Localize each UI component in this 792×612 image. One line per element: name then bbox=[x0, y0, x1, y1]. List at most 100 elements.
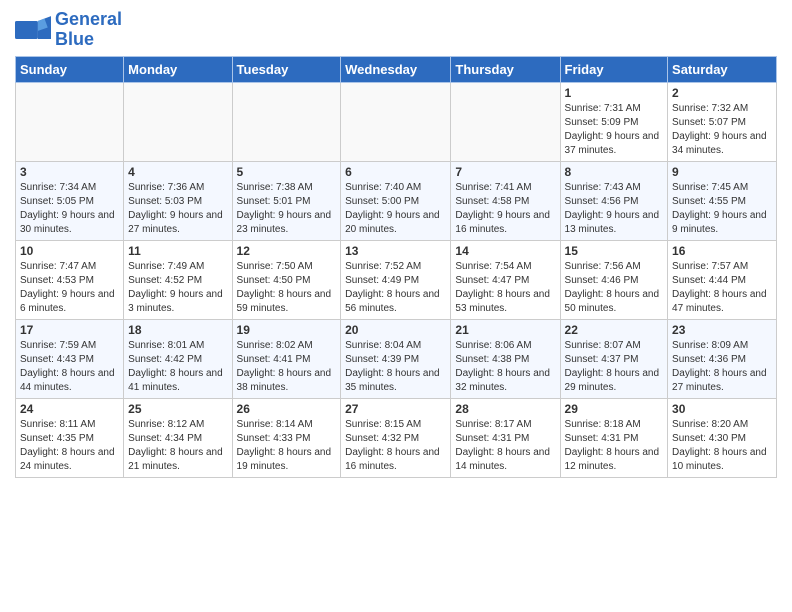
calendar-cell: 6 Sunrise: 7:40 AM Sunset: 5:00 PM Daylig… bbox=[341, 161, 451, 240]
calendar-week-4: 17 Sunrise: 7:59 AM Sunset: 4:43 PM Dayli… bbox=[16, 319, 777, 398]
calendar-cell: 16Sunrise: 7:57 AM Sunset: 4:44 PM Dayli… bbox=[668, 240, 777, 319]
day-info: Sunrise: 8:18 AM Sunset: 4:31 PM Dayligh… bbox=[565, 418, 664, 474]
day-number: 6 bbox=[345, 165, 446, 179]
day-number: 17 bbox=[20, 323, 119, 337]
day-number: 22 bbox=[565, 323, 664, 337]
day-number: 27 bbox=[345, 402, 446, 416]
day-number: 7 bbox=[455, 165, 555, 179]
day-number: 3 bbox=[20, 165, 119, 179]
calendar-cell: 13 Sunrise: 7:52 AM Sunset: 4:49 PM Dayli… bbox=[341, 240, 451, 319]
day-info: Sunrise: 7:45 AM Sunset: 4:55 PM Dayligh… bbox=[672, 181, 772, 237]
calendar-cell bbox=[124, 82, 232, 161]
calendar-cell: 25 Sunrise: 8:12 AM Sunset: 4:34 PM Dayli… bbox=[124, 398, 232, 477]
day-info: Sunrise: 7:43 AM Sunset: 4:56 PM Dayligh… bbox=[565, 181, 664, 237]
calendar-cell bbox=[341, 82, 451, 161]
calendar-cell: 12Sunrise: 7:50 AM Sunset: 4:50 PM Dayli… bbox=[232, 240, 341, 319]
day-info: Sunrise: 7:56 AM Sunset: 4:46 PM Dayligh… bbox=[565, 260, 664, 316]
day-info: Sunrise: 7:41 AM Sunset: 4:58 PM Dayligh… bbox=[455, 181, 555, 237]
calendar-cell: 28 Sunrise: 8:17 AM Sunset: 4:31 PM Dayli… bbox=[451, 398, 560, 477]
page-container: General Blue SundayMondayTuesdayWednesda… bbox=[0, 0, 792, 488]
day-number: 8 bbox=[565, 165, 664, 179]
day-info: Sunrise: 7:32 AM Sunset: 5:07 PM Dayligh… bbox=[672, 102, 772, 158]
calendar-week-3: 10 Sunrise: 7:47 AM Sunset: 4:53 PM Dayli… bbox=[16, 240, 777, 319]
calendar-cell: 5 Sunrise: 7:38 AM Sunset: 5:01 PM Daylig… bbox=[232, 161, 341, 240]
day-info: Sunrise: 8:14 AM Sunset: 4:33 PM Dayligh… bbox=[237, 418, 337, 474]
calendar-cell: 29 Sunrise: 8:18 AM Sunset: 4:31 PM Dayli… bbox=[560, 398, 668, 477]
calendar-cell: 26 Sunrise: 8:14 AM Sunset: 4:33 PM Dayli… bbox=[232, 398, 341, 477]
logo-text-general: General bbox=[55, 10, 122, 30]
calendar-week-2: 3 Sunrise: 7:34 AM Sunset: 5:05 PM Daylig… bbox=[16, 161, 777, 240]
calendar-cell: 9 Sunrise: 7:45 AM Sunset: 4:55 PM Daylig… bbox=[668, 161, 777, 240]
calendar-cell: 22 Sunrise: 8:07 AM Sunset: 4:37 PM Dayli… bbox=[560, 319, 668, 398]
day-number: 18 bbox=[128, 323, 227, 337]
day-info: Sunrise: 8:07 AM Sunset: 4:37 PM Dayligh… bbox=[565, 339, 664, 395]
day-info: Sunrise: 8:20 AM Sunset: 4:30 PM Dayligh… bbox=[672, 418, 772, 474]
day-info: Sunrise: 7:34 AM Sunset: 5:05 PM Dayligh… bbox=[20, 181, 119, 237]
day-info: Sunrise: 7:59 AM Sunset: 4:43 PM Dayligh… bbox=[20, 339, 119, 395]
day-number: 11 bbox=[128, 244, 227, 258]
day-info: Sunrise: 8:04 AM Sunset: 4:39 PM Dayligh… bbox=[345, 339, 446, 395]
day-number: 20 bbox=[345, 323, 446, 337]
day-info: Sunrise: 8:15 AM Sunset: 4:32 PM Dayligh… bbox=[345, 418, 446, 474]
calendar-cell: 20 Sunrise: 8:04 AM Sunset: 4:39 PM Dayli… bbox=[341, 319, 451, 398]
calendar-cell: 8 Sunrise: 7:43 AM Sunset: 4:56 PM Daylig… bbox=[560, 161, 668, 240]
calendar-cell: 1Sunrise: 7:31 AM Sunset: 5:09 PM Daylig… bbox=[560, 82, 668, 161]
header: General Blue bbox=[15, 10, 777, 50]
calendar-cell: 4 Sunrise: 7:36 AM Sunset: 5:03 PM Daylig… bbox=[124, 161, 232, 240]
calendar-cell bbox=[451, 82, 560, 161]
day-info: Sunrise: 8:06 AM Sunset: 4:38 PM Dayligh… bbox=[455, 339, 555, 395]
calendar-cell: 11 Sunrise: 7:49 AM Sunset: 4:52 PM Dayli… bbox=[124, 240, 232, 319]
day-number: 30 bbox=[672, 402, 772, 416]
day-info: Sunrise: 7:38 AM Sunset: 5:01 PM Dayligh… bbox=[237, 181, 337, 237]
day-info: Sunrise: 7:47 AM Sunset: 4:53 PM Dayligh… bbox=[20, 260, 119, 316]
day-info: Sunrise: 8:17 AM Sunset: 4:31 PM Dayligh… bbox=[455, 418, 555, 474]
day-number: 5 bbox=[237, 165, 337, 179]
calendar-cell: 17 Sunrise: 7:59 AM Sunset: 4:43 PM Dayli… bbox=[16, 319, 124, 398]
calendar-table: SundayMondayTuesdayWednesdayThursdayFrid… bbox=[15, 56, 777, 478]
calendar-cell: 15 Sunrise: 7:56 AM Sunset: 4:46 PM Dayli… bbox=[560, 240, 668, 319]
day-info: Sunrise: 7:52 AM Sunset: 4:49 PM Dayligh… bbox=[345, 260, 446, 316]
day-number: 15 bbox=[565, 244, 664, 258]
calendar-week-1: 1Sunrise: 7:31 AM Sunset: 5:09 PM Daylig… bbox=[16, 82, 777, 161]
calendar-weekday-wednesday: Wednesday bbox=[341, 56, 451, 82]
calendar-week-5: 24Sunrise: 8:11 AM Sunset: 4:35 PM Dayli… bbox=[16, 398, 777, 477]
day-number: 12 bbox=[237, 244, 337, 258]
day-number: 14 bbox=[455, 244, 555, 258]
calendar-cell: 30 Sunrise: 8:20 AM Sunset: 4:30 PM Dayli… bbox=[668, 398, 777, 477]
logo: General Blue bbox=[15, 10, 122, 50]
calendar-cell: 7 Sunrise: 7:41 AM Sunset: 4:58 PM Daylig… bbox=[451, 161, 560, 240]
day-number: 29 bbox=[565, 402, 664, 416]
day-number: 28 bbox=[455, 402, 555, 416]
day-info: Sunrise: 7:36 AM Sunset: 5:03 PM Dayligh… bbox=[128, 181, 227, 237]
logo-text-blue: Blue bbox=[55, 30, 122, 50]
day-number: 26 bbox=[237, 402, 337, 416]
calendar-cell bbox=[16, 82, 124, 161]
calendar-cell: 2 Sunrise: 7:32 AM Sunset: 5:07 PM Daylig… bbox=[668, 82, 777, 161]
day-number: 23 bbox=[672, 323, 772, 337]
calendar-cell: 27 Sunrise: 8:15 AM Sunset: 4:32 PM Dayli… bbox=[341, 398, 451, 477]
day-number: 25 bbox=[128, 402, 227, 416]
day-number: 24 bbox=[20, 402, 119, 416]
day-info: Sunrise: 8:02 AM Sunset: 4:41 PM Dayligh… bbox=[237, 339, 337, 395]
day-info: Sunrise: 7:40 AM Sunset: 5:00 PM Dayligh… bbox=[345, 181, 446, 237]
day-number: 13 bbox=[345, 244, 446, 258]
day-info: Sunrise: 8:01 AM Sunset: 4:42 PM Dayligh… bbox=[128, 339, 227, 395]
day-info: Sunrise: 7:54 AM Sunset: 4:47 PM Dayligh… bbox=[455, 260, 555, 316]
calendar-cell: 18 Sunrise: 8:01 AM Sunset: 4:42 PM Dayli… bbox=[124, 319, 232, 398]
calendar-cell: 3 Sunrise: 7:34 AM Sunset: 5:05 PM Daylig… bbox=[16, 161, 124, 240]
calendar-cell: 23 Sunrise: 8:09 AM Sunset: 4:36 PM Dayli… bbox=[668, 319, 777, 398]
day-info: Sunrise: 7:49 AM Sunset: 4:52 PM Dayligh… bbox=[128, 260, 227, 316]
day-info: Sunrise: 7:31 AM Sunset: 5:09 PM Dayligh… bbox=[565, 102, 664, 158]
day-info: Sunrise: 8:12 AM Sunset: 4:34 PM Dayligh… bbox=[128, 418, 227, 474]
calendar-cell: 14 Sunrise: 7:54 AM Sunset: 4:47 PM Dayli… bbox=[451, 240, 560, 319]
calendar-cell: 24Sunrise: 8:11 AM Sunset: 4:35 PM Dayli… bbox=[16, 398, 124, 477]
calendar-weekday-monday: Monday bbox=[124, 56, 232, 82]
day-info: Sunrise: 7:57 AM Sunset: 4:44 PM Dayligh… bbox=[672, 260, 772, 316]
day-info: Sunrise: 8:09 AM Sunset: 4:36 PM Dayligh… bbox=[672, 339, 772, 395]
day-number: 9 bbox=[672, 165, 772, 179]
day-number: 4 bbox=[128, 165, 227, 179]
calendar-header-row: SundayMondayTuesdayWednesdayThursdayFrid… bbox=[16, 56, 777, 82]
calendar-cell bbox=[232, 82, 341, 161]
day-number: 10 bbox=[20, 244, 119, 258]
day-number: 2 bbox=[672, 86, 772, 100]
